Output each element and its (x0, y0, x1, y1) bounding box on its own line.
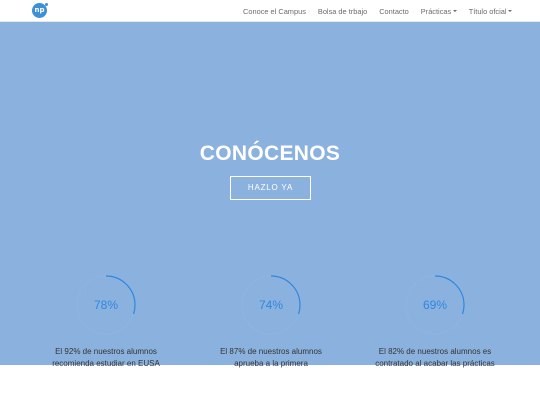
stat-percent: 69% (422, 298, 448, 312)
stat-description: El 82% de nuestros alumnos es contratado… (375, 347, 495, 368)
nav-links: Conoce el Campus Bolsa de trbajo Contact… (231, 0, 512, 22)
nav-item-campus[interactable]: Conoce el Campus (243, 7, 306, 16)
stat-percent: 78% (93, 298, 119, 312)
stat-description: El 92% de nuestros alumnos recomienda es… (52, 347, 160, 368)
nav-item-titulo[interactable]: Título ofcial (469, 7, 512, 16)
stat-ring-2: 74% (241, 275, 301, 335)
nav-item-label: Bolsa de trbajo (317, 6, 368, 16)
stat-description: El 87% de nuestros alumnos aprueba a la … (220, 347, 322, 368)
caret-down-icon (452, 10, 457, 12)
nav-item-label: Prácticas (420, 6, 452, 16)
logo-dot-icon (45, 3, 48, 6)
top-navbar: np Conoce el Campus Bolsa de trbajo Cont… (0, 0, 540, 22)
stat-ring-3: 69% (405, 275, 465, 335)
hero-title: CONÓCENOS (199, 142, 341, 165)
nav-item-bolsa[interactable]: Bolsa de trbajo (318, 7, 367, 16)
nav-item-label: Contacto (379, 6, 409, 16)
hazlo-ya-button[interactable]: HAZLO YA (230, 176, 311, 200)
nav-item-contacto[interactable]: Contacto (379, 7, 409, 16)
nav-item-practicas[interactable]: Prácticas (421, 7, 457, 16)
caret-down-icon (508, 10, 512, 12)
nav-item-label: Título ofcial (468, 6, 507, 16)
stat-ring-1: 78% (76, 275, 136, 335)
stat-percent: 74% (258, 298, 284, 312)
nav-item-label: Conoce el Campus (243, 6, 306, 16)
